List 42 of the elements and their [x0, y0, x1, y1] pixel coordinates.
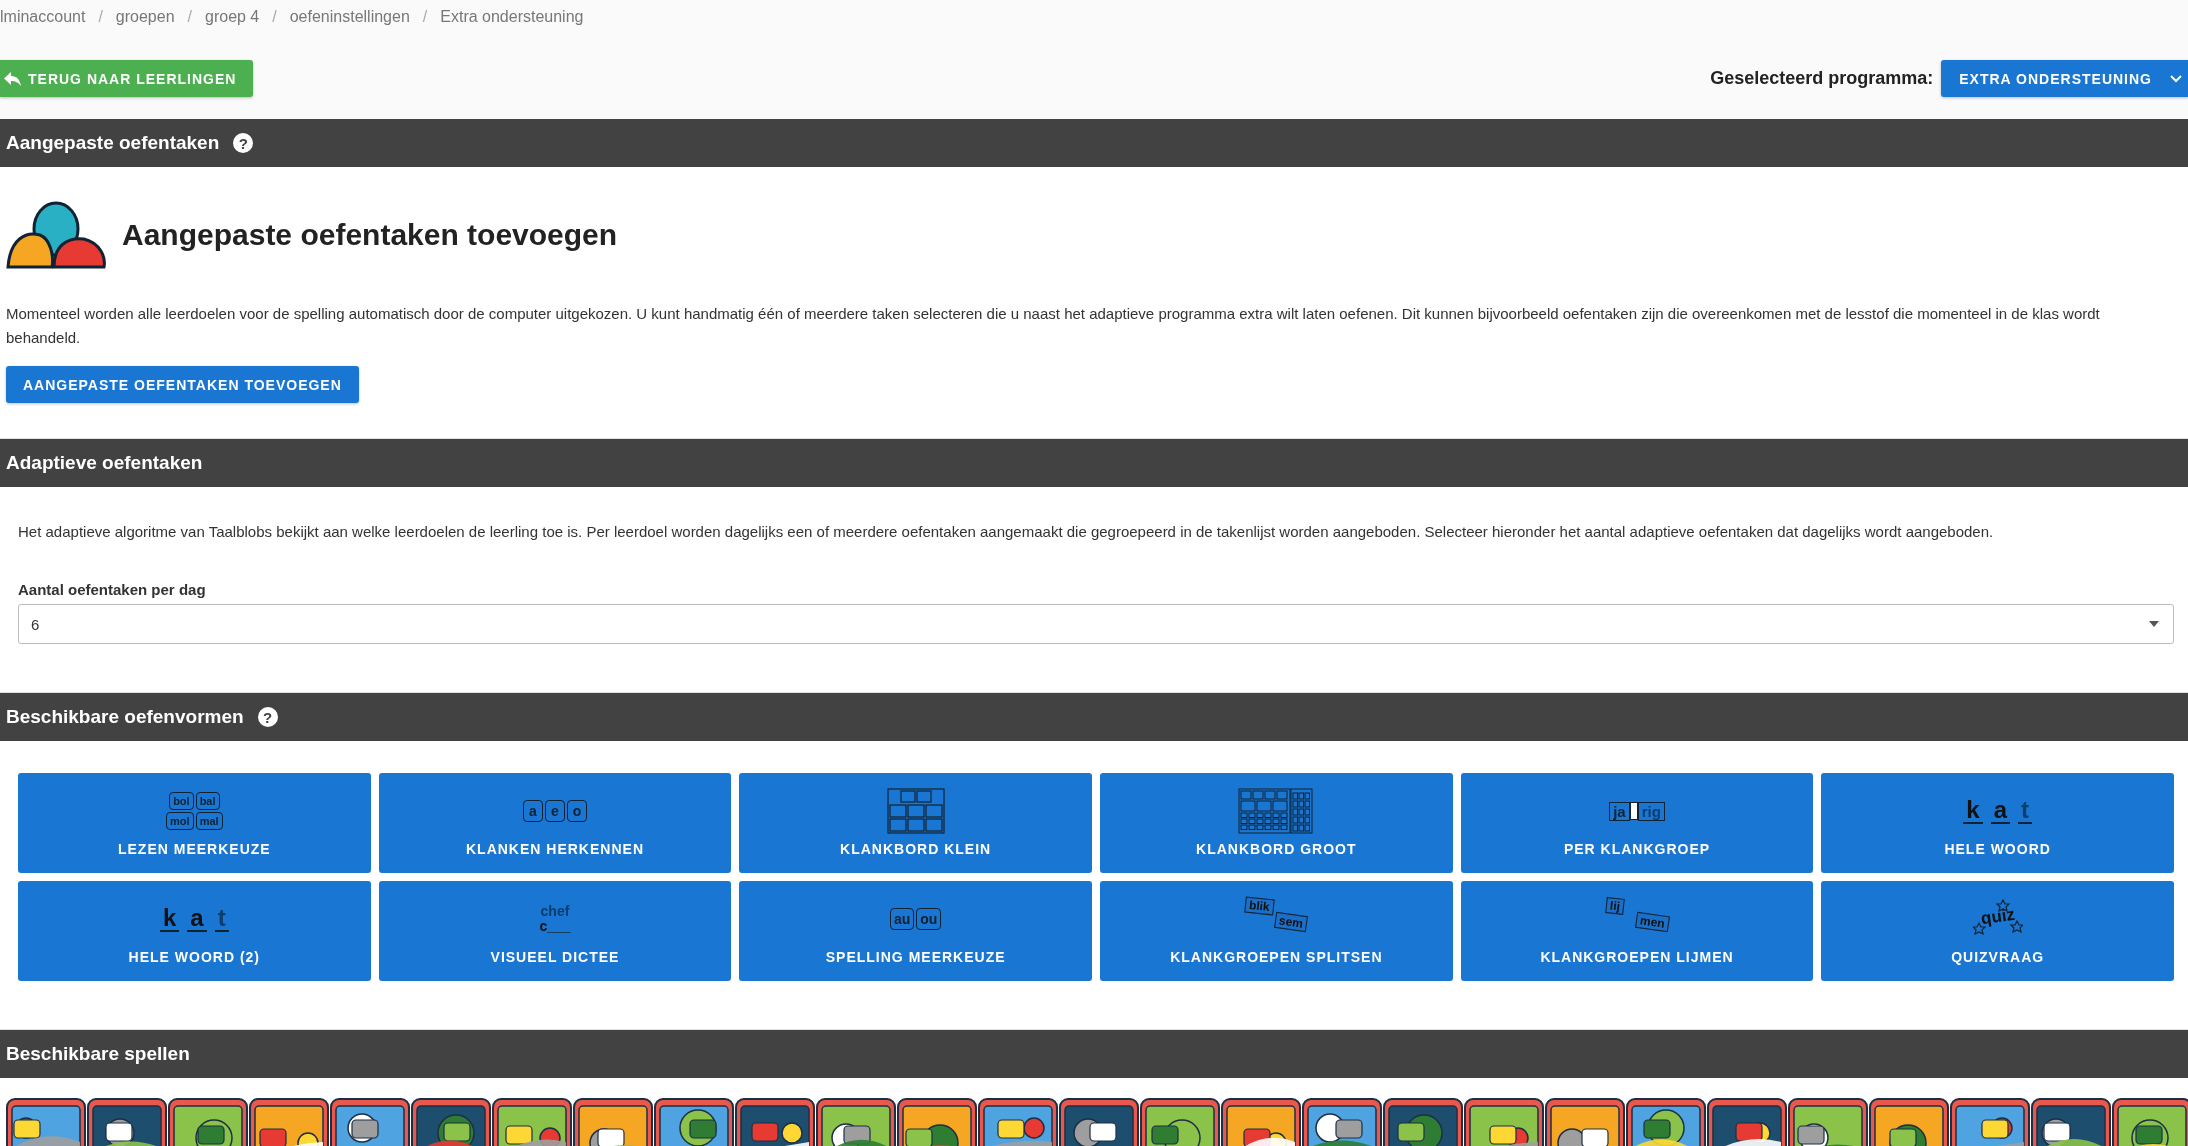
section-title: Beschikbare oefenvormen — [6, 706, 244, 728]
exercise-type-tile[interactable]: bol bal mol mal LEZEN MEERKEUZE — [18, 773, 371, 873]
breadcrumb-separator: / — [422, 8, 428, 26]
exercise-type-tile[interactable]: k a t HELE WOORD — [1821, 773, 2174, 873]
help-icon[interactable]: ? — [257, 707, 278, 727]
page-title: Aangepaste oefentaken toevoegen — [122, 217, 618, 252]
field-label: Aantal oefentaken per dag — [18, 581, 207, 598]
help-icon[interactable]: ? — [233, 133, 254, 153]
tasks-per-day-select[interactable]: 6 — [18, 604, 2174, 644]
breadcrumb-link[interactable]: groepen — [115, 8, 175, 26]
reply-arrow-icon — [4, 70, 22, 87]
exercise-type-tile[interactable]: quiz QUIZVRAAG — [1821, 881, 2174, 981]
exercise-type-tile[interactable]: lij men KLANKGROEPEN LIJMEN — [1460, 881, 1814, 981]
program-dropdown[interactable]: EXTRA ONDERSTEUNING — [1941, 60, 2188, 97]
exercise-type-tile[interactable]: au ou SPELLING MEERKEUZE — [739, 881, 1092, 981]
breadcrumb-separator: / — [187, 8, 192, 26]
exercise-type-tile[interactable]: KLANKBORD GROOT — [1100, 773, 1453, 873]
section-title: Beschikbare spellen — [6, 1043, 190, 1065]
breadcrumb-separator: / — [272, 8, 277, 26]
keyboard-grid-icon — [1238, 788, 1315, 834]
exercise-type-tile[interactable]: blik sem KLANKGROEPEN SPLITSEN — [1100, 881, 1453, 981]
breadcrumb-link[interactable]: oefeninstellingen — [289, 8, 410, 26]
intro-text: Momenteel worden alle leerdoelen voor de spelling automatisch door de computer uitgekozen. U kunt handmatig één of meerdere taken selecteren die u naast het adaptieve programma extra wilt laten oefenen. Dit kunnen bijvoorbeeld oefentaken zijn die overeenkomen met de lesstof die momenteel in de klas wordt behandeld. — [6, 304, 2101, 348]
section-title: Aangepaste oefentaken — [6, 132, 220, 154]
add-tasks-button[interactable]: AANGEPASTE OEFENTAKEN TOEVOEGEN — [6, 366, 359, 403]
exercise-type-tile[interactable]: ja rig PER KLANKGROEP — [1460, 773, 1814, 873]
breadcrumb-link[interactable]: groep 4 — [205, 8, 260, 26]
chevron-down-icon — [2170, 74, 2182, 83]
dictation-icon: chef c___ — [539, 904, 571, 934]
exercise-type-tile[interactable]: k a t HELE WOORD (2) — [18, 881, 371, 981]
section-title: Adaptieve oefentaken — [6, 452, 203, 474]
exercise-type-tile[interactable]: a e o KLANKEN HERKENNEN — [378, 773, 732, 873]
program-label: Geselecteerd programma: — [1710, 68, 1934, 89]
adaptive-description: Het adaptieve algoritme van Taalblobs bekijkt aan welke leerdoelen de leerling toe is. Per leerdoel worden dagelijks een of meerdere oefentaken aangemaakt die gegroepeerd in de takenlijst worden aangeboden. Selecteer hieronder het aantal adaptieve oefentaken dat dagelijks wordt aangeboden. — [18, 522, 1995, 542]
exercise-type-tile[interactable]: chef c___ VISUEEL DICTEE — [378, 881, 732, 981]
back-button[interactable]: TERUG NAAR LEERLINGEN — [0, 60, 254, 97]
breadcrumb-link[interactable]: lminaccount — [0, 8, 86, 26]
exercise-type-tile[interactable]: KLANKBORD KLEIN — [739, 773, 1092, 873]
dropdown-arrow-icon — [2149, 621, 2159, 627]
breadcrumb-separator: / — [98, 8, 103, 26]
grid-icon — [886, 788, 945, 834]
breadcrumb-current: Extra ondersteuning — [440, 8, 584, 26]
